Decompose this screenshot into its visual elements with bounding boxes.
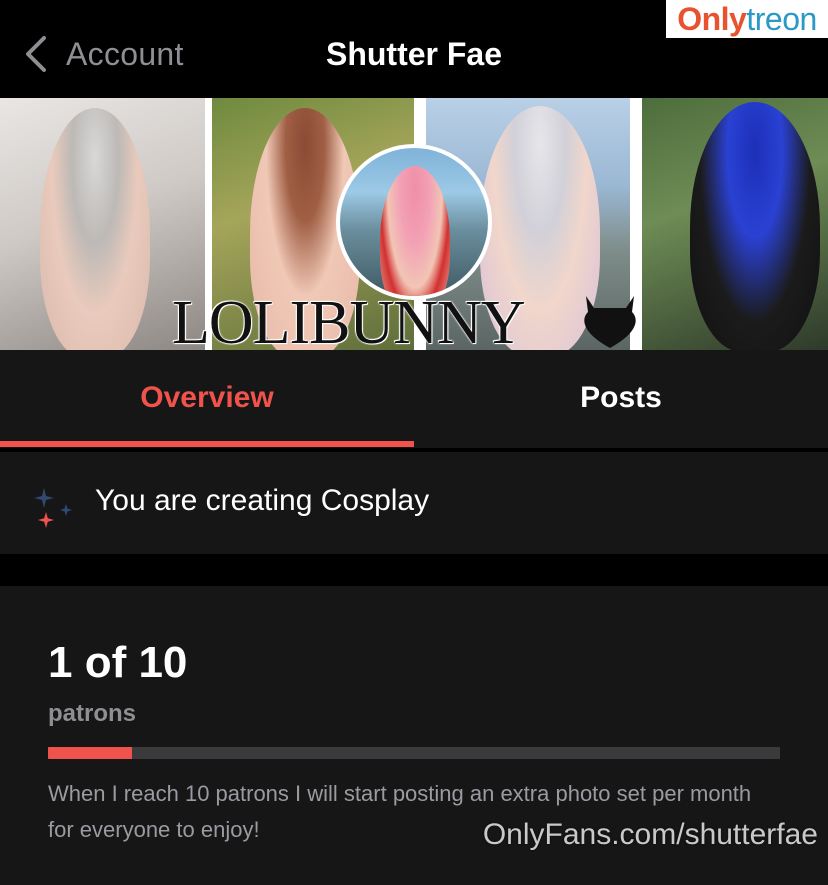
sparkle-icon (34, 488, 72, 528)
banner-figure (40, 108, 150, 350)
avatar-figure (380, 166, 450, 296)
active-tab-indicator (0, 441, 414, 447)
creating-category-row: You are creating Cosplay (0, 452, 828, 554)
tab-overview[interactable]: Overview (0, 350, 414, 448)
banner-logo-text: LOLIBUNNY (172, 289, 526, 350)
watermark-logo-part1: Only (677, 1, 747, 37)
goal-count: 1 of 10 (48, 638, 188, 687)
profile-banner: LOLIBUNNY (0, 98, 828, 350)
tab-bar: Overview Posts (0, 350, 828, 448)
goal-unit: patrons (48, 700, 137, 727)
watermark-url: OnlyFans.com/shutterfae (482, 818, 818, 851)
goal-progress-bar (48, 747, 780, 759)
page-title: Shutter Fae (325, 36, 503, 72)
watermark-logo: Onlytreon (666, 0, 828, 38)
tab-posts[interactable]: Posts (414, 350, 828, 448)
creating-text: You are creating Cosplay (95, 484, 430, 517)
watermark-logo-part2: treon (746, 1, 817, 37)
banner-figure (690, 102, 820, 350)
devil-heart-icon (584, 296, 636, 348)
avatar[interactable] (336, 144, 492, 300)
goal-progress-fill (48, 747, 133, 759)
